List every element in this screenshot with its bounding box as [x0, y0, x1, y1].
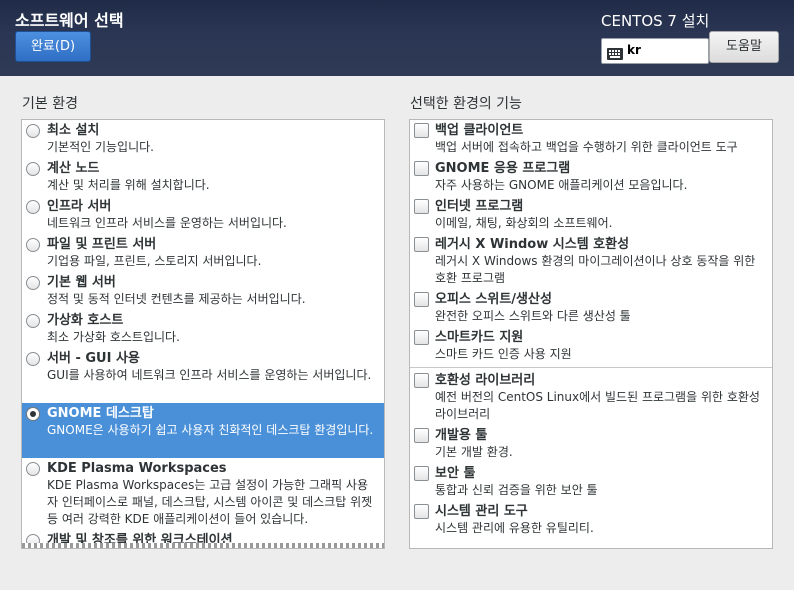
- env-title: 계산 노드: [47, 161, 100, 176]
- env-title: GNOME 데스크탑: [47, 406, 154, 421]
- env-title: 기본 웹 서버: [47, 275, 116, 290]
- checkbox[interactable]: [414, 199, 429, 214]
- addon-title: GNOME 응용 프로그램: [435, 161, 571, 176]
- env-title: 가상화 호스트: [47, 313, 124, 328]
- env-title: KDE Plasma Workspaces: [47, 461, 227, 476]
- addon-item-smartcard[interactable]: 스마트카드 지원 스마트 카드 인증 사용 지원: [410, 327, 772, 365]
- env-description: 네트워크 인프라 서비스를 운영하는 서버입니다.: [47, 216, 287, 230]
- env-description: 계산 및 처리를 위해 설치합니다.: [47, 178, 210, 192]
- checkbox[interactable]: [414, 123, 429, 138]
- env-description: 정적 및 동적 인터넷 컨텐츠를 제공하는 서버입니다.: [47, 292, 306, 306]
- help-button[interactable]: 도움말: [709, 31, 779, 63]
- page-title: 소프트웨어 선택: [15, 11, 124, 30]
- env-item-kde-plasma[interactable]: KDE Plasma Workspaces KDE Plasma Workspa…: [22, 458, 384, 530]
- addon-item-backup-client[interactable]: 백업 클라이언트 백업 서버에 접속하고 백업을 수행하기 위한 클라이언트 도…: [410, 120, 772, 158]
- checkbox[interactable]: [414, 330, 429, 345]
- list-separator: [410, 367, 772, 368]
- radio-button[interactable]: [26, 162, 40, 176]
- radio-button[interactable]: [26, 352, 40, 366]
- addon-item-office-suite[interactable]: 오피스 스위트/생산성 완전한 오피스 스위트와 다른 생산성 툴: [410, 289, 772, 327]
- checkbox[interactable]: [414, 373, 429, 388]
- addon-item-sysadmin-tools[interactable]: 시스템 관리 도구 시스템 관리에 유용한 유틸리티.: [410, 501, 772, 539]
- addon-description: 완전한 오피스 스위트와 다른 생산성 툴: [435, 309, 631, 323]
- checkbox[interactable]: [414, 161, 429, 176]
- checkbox[interactable]: [414, 428, 429, 443]
- addon-title: 오피스 스위트/생산성: [435, 292, 552, 307]
- addon-description: 기본 개발 환경.: [435, 445, 513, 459]
- scroll-fade: [22, 543, 384, 548]
- addon-description: 예전 버전의 CentOS Linux에서 빌드된 프로그램을 위한 호환성 라…: [435, 390, 760, 421]
- addon-description: 백업 서버에 접속하고 백업을 수행하기 위한 클라이언트 도구: [435, 140, 738, 154]
- addon-title: 호환성 라이브러리: [435, 373, 536, 388]
- env-title: 최소 설치: [47, 123, 100, 138]
- addon-description: 시스템 관리에 유용한 유틸리티.: [435, 521, 594, 535]
- done-button[interactable]: 완료(D): [15, 31, 91, 62]
- addon-title: 인터넷 프로그램: [435, 199, 524, 214]
- radio-button[interactable]: [26, 200, 40, 214]
- env-description: GUI를 사용하여 네트워크 인프라 서비스를 운영하는 서버입니다.: [47, 368, 372, 382]
- env-title: 인프라 서버: [47, 199, 112, 214]
- env-item-gnome-desktop[interactable]: GNOME 데스크탑 GNOME은 사용하기 쉽고 사용자 친화적인 데스크탑 …: [22, 403, 384, 458]
- installer-title: CENTOS 7 설치: [601, 12, 710, 30]
- addon-title: 스마트카드 지원: [435, 330, 524, 345]
- addon-title: 개발용 툴: [435, 428, 488, 443]
- addon-item-compat-libs[interactable]: 호환성 라이브러리 예전 버전의 CentOS Linux에서 빌드된 프로그램…: [410, 370, 772, 425]
- env-title: 파일 및 프린트 서버: [47, 237, 157, 252]
- addon-title: 시스템 관리 도구: [435, 504, 528, 519]
- radio-button[interactable]: [26, 124, 40, 138]
- checkbox[interactable]: [414, 504, 429, 519]
- base-environment-list[interactable]: 최소 설치 기본적인 기능입니다. 계산 노드 계산 및 처리를 위해 설치합니…: [21, 119, 385, 549]
- env-title: 서버 - GUI 사용: [47, 351, 140, 366]
- env-item-infra-server[interactable]: 인프라 서버 네트워크 인프라 서비스를 운영하는 서버입니다.: [22, 196, 384, 234]
- addon-title: 보안 툴: [435, 466, 476, 481]
- env-item-file-print-server[interactable]: 파일 및 프린트 서버 기업용 파일, 프린트, 스토리지 서버입니다.: [22, 234, 384, 272]
- keyboard-icon: [607, 45, 623, 64]
- addon-item-security-tools[interactable]: 보안 툴 통합과 신뢰 검증을 위한 보안 툴: [410, 463, 772, 501]
- addons-label: 선택한 환경의 기능: [410, 96, 522, 112]
- radio-button[interactable]: [26, 462, 40, 476]
- keyboard-layout-text: kr: [627, 43, 641, 57]
- addon-title: 레거시 X Window 시스템 호환성: [435, 237, 630, 252]
- radio-button[interactable]: [26, 314, 40, 328]
- header-bar: 소프트웨어 선택 완료(D) CENTOS 7 설치 kr 도움말: [0, 0, 794, 76]
- env-description: KDE Plasma Workspaces는 고급 설정이 가능한 그래픽 사용…: [47, 478, 373, 526]
- addon-list[interactable]: 백업 클라이언트 백업 서버에 접속하고 백업을 수행하기 위한 클라이언트 도…: [409, 119, 773, 549]
- env-description: 기본적인 기능입니다.: [47, 140, 154, 154]
- env-item-compute[interactable]: 계산 노드 계산 및 처리를 위해 설치합니다.: [22, 158, 384, 196]
- base-environment-label: 기본 환경: [22, 96, 78, 112]
- keyboard-layout-indicator[interactable]: kr: [601, 38, 709, 64]
- env-item-minimal[interactable]: 최소 설치 기본적인 기능입니다.: [22, 120, 384, 158]
- addon-description: 자주 사용하는 GNOME 애플리케이션 모음입니다.: [435, 178, 688, 192]
- env-description: 기업용 파일, 프린트, 스토리지 서버입니다.: [47, 254, 262, 268]
- addon-description: 레거시 X Windows 환경의 마이그레이션이나 상호 동작을 위한 호환 …: [435, 254, 756, 285]
- checkbox[interactable]: [414, 237, 429, 252]
- radio-button[interactable]: [26, 276, 40, 290]
- addon-description: 스마트 카드 인증 사용 지원: [435, 347, 572, 361]
- addon-item-gnome-apps[interactable]: GNOME 응용 프로그램 자주 사용하는 GNOME 애플리케이션 모음입니다…: [410, 158, 772, 196]
- addon-description: 통합과 신뢰 검증을 위한 보안 툴: [435, 483, 598, 497]
- addon-item-dev-tools[interactable]: 개발용 툴 기본 개발 환경.: [410, 425, 772, 463]
- checkbox[interactable]: [414, 292, 429, 307]
- env-item-web-server[interactable]: 기본 웹 서버 정적 및 동적 인터넷 컨텐츠를 제공하는 서버입니다.: [22, 272, 384, 310]
- env-description: 최소 가상화 호스트입니다.: [47, 330, 180, 344]
- radio-button-selected[interactable]: [26, 407, 40, 421]
- addon-item-internet-apps[interactable]: 인터넷 프로그램 이메일, 채팅, 화상회의 소프트웨어.: [410, 196, 772, 234]
- addon-title: 백업 클라이언트: [435, 123, 524, 138]
- env-description: GNOME은 사용하기 쉽고 사용자 친화적인 데스크탑 환경입니다.: [47, 423, 374, 437]
- env-item-virtualization-host[interactable]: 가상화 호스트 최소 가상화 호스트입니다.: [22, 310, 384, 348]
- checkbox[interactable]: [414, 466, 429, 481]
- env-item-server-gui[interactable]: 서버 - GUI 사용 GUI를 사용하여 네트워크 인프라 서비스를 운영하는…: [22, 348, 384, 403]
- addon-description: 이메일, 채팅, 화상회의 소프트웨어.: [435, 216, 613, 230]
- addon-item-legacy-x[interactable]: 레거시 X Window 시스템 호환성 레거시 X Windows 환경의 마…: [410, 234, 772, 289]
- radio-button[interactable]: [26, 238, 40, 252]
